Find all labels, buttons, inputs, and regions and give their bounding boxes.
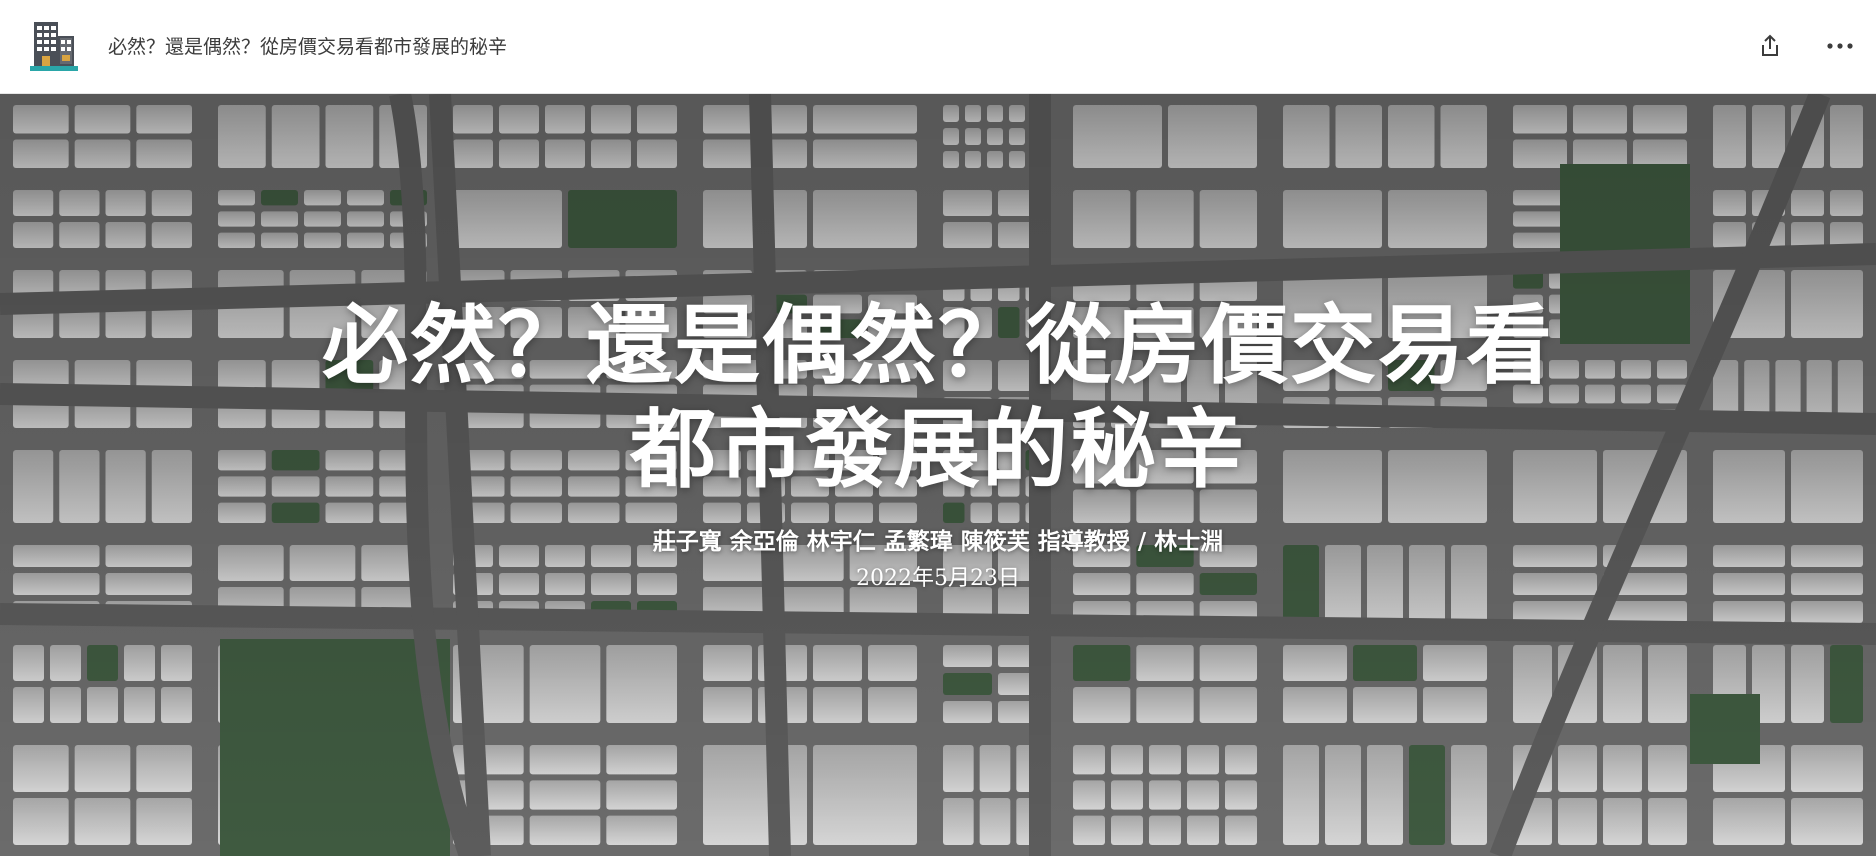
hero-section: 必然？還是偶然？從房價交易看 都市發展的秘辛 莊子寬 余亞倫 林宇仁 孟繁瑋 陳… (0, 94, 1876, 856)
hero-date: 2022年5月23日 (856, 566, 1020, 591)
story-header: 必然？還是偶然？從房價交易看都市發展的秘辛 (0, 0, 1876, 94)
share-button[interactable] (1748, 24, 1792, 68)
hero-title: 必然？還是偶然？從房價交易看 都市發展的秘辛 (288, 294, 1588, 502)
hero-authors: 莊子寬 余亞倫 林宇仁 孟繁瑋 陳筱芙 指導教授 / 林士淵 (652, 529, 1224, 555)
building-icon[interactable] (26, 18, 82, 74)
more-options-icon (1827, 43, 1853, 49)
hero-title-line-1: 必然？還是偶然？從房價交易看 (322, 296, 1554, 396)
more-options-button[interactable] (1818, 24, 1862, 68)
header-story-title: 必然？還是偶然？從房價交易看都市發展的秘辛 (108, 36, 508, 58)
hero-title-line-2: 都市發展的秘辛 (630, 400, 1246, 500)
hero-text: 必然？還是偶然？從房價交易看 都市發展的秘辛 莊子寬 余亞倫 林宇仁 孟繁瑋 陳… (0, 94, 1876, 856)
share-icon (1762, 34, 1778, 56)
